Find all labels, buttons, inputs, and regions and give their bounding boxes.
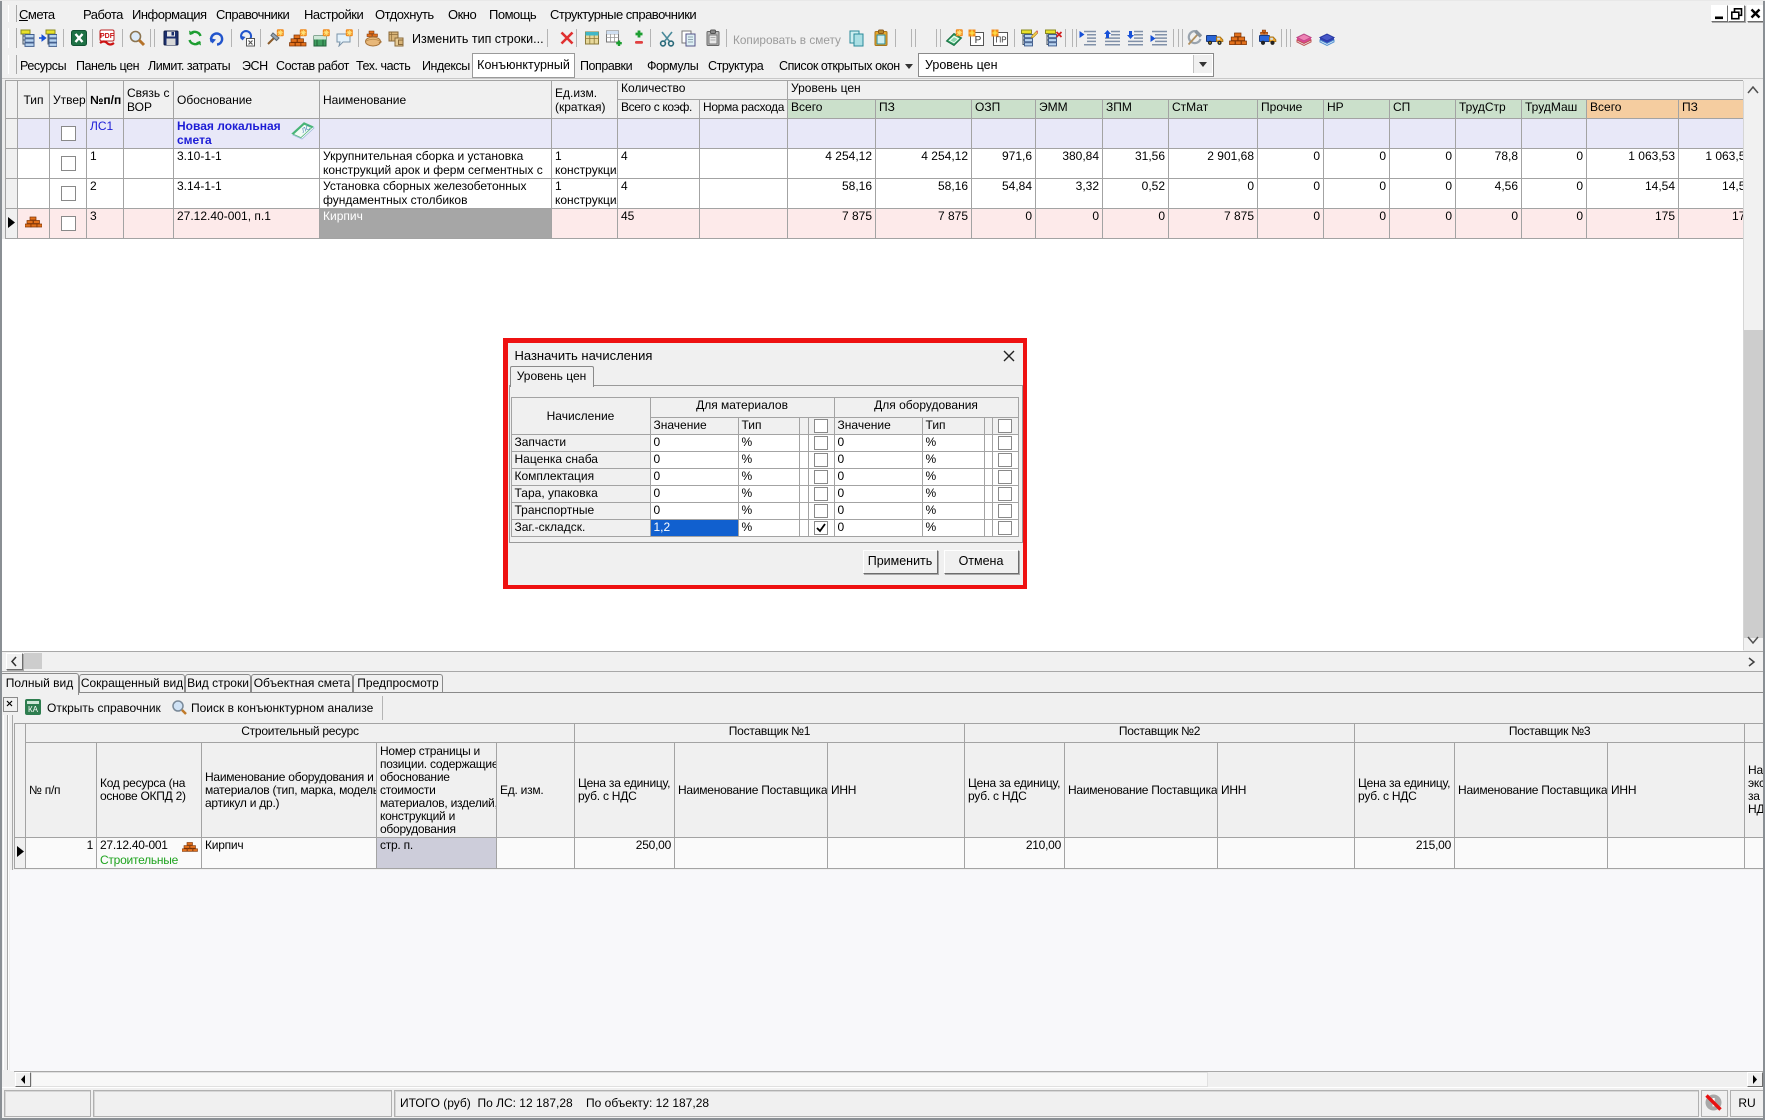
svg-text:КА: КА	[28, 705, 39, 714]
svg-text:P: P	[975, 35, 982, 46]
svg-text:PDF: PDF	[100, 33, 115, 40]
svg-text:ПР: ПР	[995, 36, 1006, 45]
